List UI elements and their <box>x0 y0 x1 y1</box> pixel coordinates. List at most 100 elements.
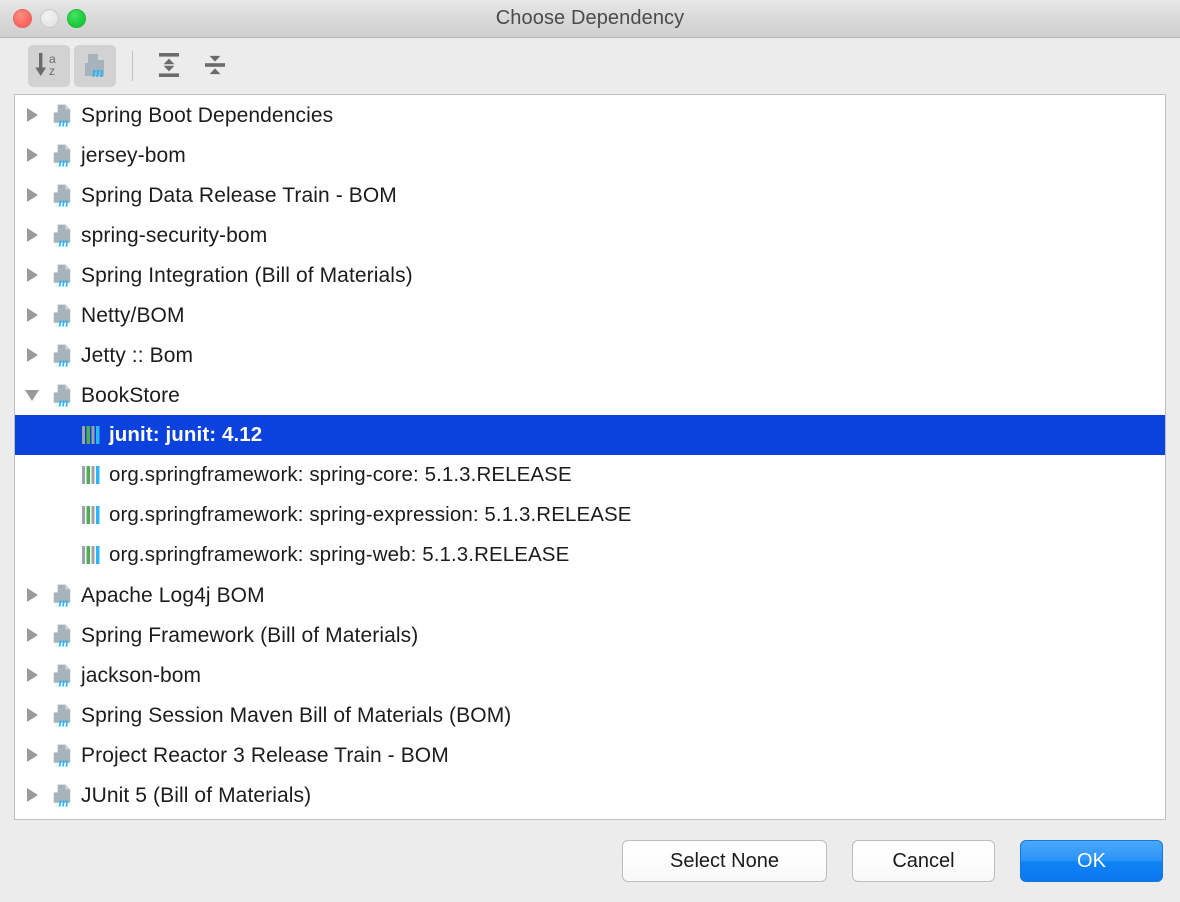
dependency-group-row[interactable]: m Spring Data Release Train - BOM <box>15 175 1165 215</box>
svg-text:m: m <box>59 154 69 169</box>
collapse-all-button[interactable] <box>194 45 236 87</box>
maven-pom-icon: m <box>49 701 75 729</box>
svg-text:m: m <box>59 754 69 769</box>
minimize-window-button[interactable] <box>40 9 59 28</box>
dependency-group-row[interactable]: m JUnit 5 (Bill of Materials) <box>15 775 1165 815</box>
dependency-label: Netty/BOM <box>81 303 185 327</box>
dependency-list-panel[interactable]: m Spring Boot Dependencies m jersey-bom m Spr… <box>14 94 1166 820</box>
dependency-label: Project Reactor 3 Release Train - BOM <box>81 743 449 767</box>
dependency-label: org.springframework: spring-web: 5.1.3.R… <box>109 542 570 566</box>
dependency-group-row[interactable]: m BookStore <box>15 375 1165 415</box>
choose-dependency-dialog: Choose Dependency a z m m Spring Boot De… <box>0 0 1180 902</box>
svg-text:m: m <box>59 274 69 289</box>
twisty-triangle <box>26 668 38 682</box>
maven-pom-icon: m <box>49 261 75 289</box>
maven-pom-icon: m <box>49 781 75 809</box>
chevron-right-icon[interactable] <box>15 268 49 282</box>
chevron-right-icon[interactable] <box>15 148 49 162</box>
twisty-triangle <box>26 308 38 322</box>
dependency-group-row[interactable]: m Netty/BOM <box>15 295 1165 335</box>
sort-alphabetically-button[interactable]: a z <box>28 45 70 87</box>
chevron-right-icon[interactable] <box>15 588 49 602</box>
dependency-label: Spring Data Release Train - BOM <box>81 183 397 207</box>
dependency-row[interactable]: org.springframework: spring-expression: … <box>15 495 1165 535</box>
dependency-group-row[interactable]: m spring-security-bom <box>15 215 1165 255</box>
expand-all-button[interactable] <box>148 45 190 87</box>
chevron-right-icon[interactable] <box>15 628 49 642</box>
svg-text:z: z <box>49 64 55 78</box>
select-none-button[interactable]: Select None <box>622 840 827 882</box>
svg-text:m: m <box>59 354 69 369</box>
dependency-group-row[interactable]: m Jetty :: Bom <box>15 335 1165 375</box>
svg-text:m: m <box>59 314 69 329</box>
dependency-row[interactable]: org.springframework: spring-core: 5.1.3.… <box>15 455 1165 495</box>
dependency-group-row[interactable]: m Apache Log4j BOM <box>15 575 1165 615</box>
dependency-group-row[interactable]: m Spring Framework (Bill of Materials) <box>15 615 1165 655</box>
chevron-right-icon[interactable] <box>15 108 49 122</box>
dependency-label: junit: junit: 4.12 <box>109 422 263 446</box>
dependency-label: JUnit 5 (Bill of Materials) <box>81 783 312 807</box>
zoom-window-button[interactable] <box>67 9 86 28</box>
chevron-right-icon[interactable] <box>15 708 49 722</box>
svg-text:m: m <box>59 234 69 249</box>
maven-pom-icon: m <box>49 341 75 369</box>
maven-pom-icon: m <box>80 50 110 83</box>
maven-pom-icon: m <box>49 581 75 609</box>
chevron-down-icon[interactable] <box>15 389 49 401</box>
page-title: Choose Dependency <box>495 7 685 29</box>
toolbar-separator <box>132 51 133 81</box>
chevron-right-icon[interactable] <box>15 348 49 362</box>
dependency-label: jersey-bom <box>81 143 186 167</box>
dependency-label: Apache Log4j BOM <box>81 583 265 607</box>
chevron-right-icon[interactable] <box>15 188 49 202</box>
library-icon <box>81 504 103 526</box>
library-icon <box>81 464 103 486</box>
svg-text:m: m <box>59 194 69 209</box>
dependency-label: jackson-bom <box>81 663 202 687</box>
toolbar: a z m <box>0 38 1180 94</box>
expand-all-icon <box>153 50 185 83</box>
dependency-group-row[interactable]: m Spring Integration (Bill of Materials) <box>15 255 1165 295</box>
svg-text:m: m <box>59 594 69 609</box>
twisty-triangle <box>26 748 38 762</box>
dependency-label: Spring Session Maven Bill of Materials (… <box>81 703 512 727</box>
twisty-triangle <box>26 348 38 362</box>
library-icon <box>81 544 103 566</box>
twisty-triangle <box>25 389 39 401</box>
library-icon <box>81 424 103 446</box>
sort-az-icon: a z <box>33 50 65 83</box>
twisty-triangle <box>26 228 38 242</box>
cancel-button[interactable]: Cancel <box>852 840 995 882</box>
chevron-right-icon[interactable] <box>15 788 49 802</box>
maven-pom-icon: m <box>49 221 75 249</box>
dependency-group-row[interactable]: m jackson-bom <box>15 655 1165 695</box>
svg-text:m: m <box>59 114 69 129</box>
dependency-group-row[interactable]: m Spring Session Maven Bill of Materials … <box>15 695 1165 735</box>
chevron-right-icon[interactable] <box>15 748 49 762</box>
maven-pom-icon: m <box>49 661 75 689</box>
group-by-maven-module-button[interactable]: m <box>74 45 116 87</box>
chevron-right-icon[interactable] <box>15 228 49 242</box>
title-bar: Choose Dependency <box>0 0 1180 38</box>
dependency-group-row[interactable]: m Spring Boot Dependencies <box>15 95 1165 135</box>
maven-pom-icon: m <box>49 301 75 329</box>
dependency-label: spring-security-bom <box>81 223 268 247</box>
dependency-row[interactable]: org.springframework: spring-web: 5.1.3.R… <box>15 535 1165 575</box>
maven-pom-icon: m <box>49 381 75 409</box>
window-controls <box>13 0 86 37</box>
dependency-label: org.springframework: spring-expression: … <box>109 502 632 526</box>
svg-text:m: m <box>59 634 69 649</box>
close-window-button[interactable] <box>13 9 32 28</box>
twisty-triangle <box>26 588 38 602</box>
dependency-group-row[interactable]: m Project Reactor 3 Release Train - BOM <box>15 735 1165 775</box>
chevron-right-icon[interactable] <box>15 668 49 682</box>
chevron-right-icon[interactable] <box>15 308 49 322</box>
svg-text:m: m <box>59 674 69 689</box>
dependency-group-row[interactable]: m jersey-bom <box>15 135 1165 175</box>
svg-text:m: m <box>92 65 104 80</box>
ok-button[interactable]: OK <box>1020 840 1163 882</box>
dependency-label: Spring Boot Dependencies <box>81 103 334 127</box>
maven-pom-icon: m <box>49 101 75 129</box>
maven-pom-icon: m <box>49 141 75 169</box>
dependency-row[interactable]: junit: junit: 4.12 <box>15 415 1165 455</box>
